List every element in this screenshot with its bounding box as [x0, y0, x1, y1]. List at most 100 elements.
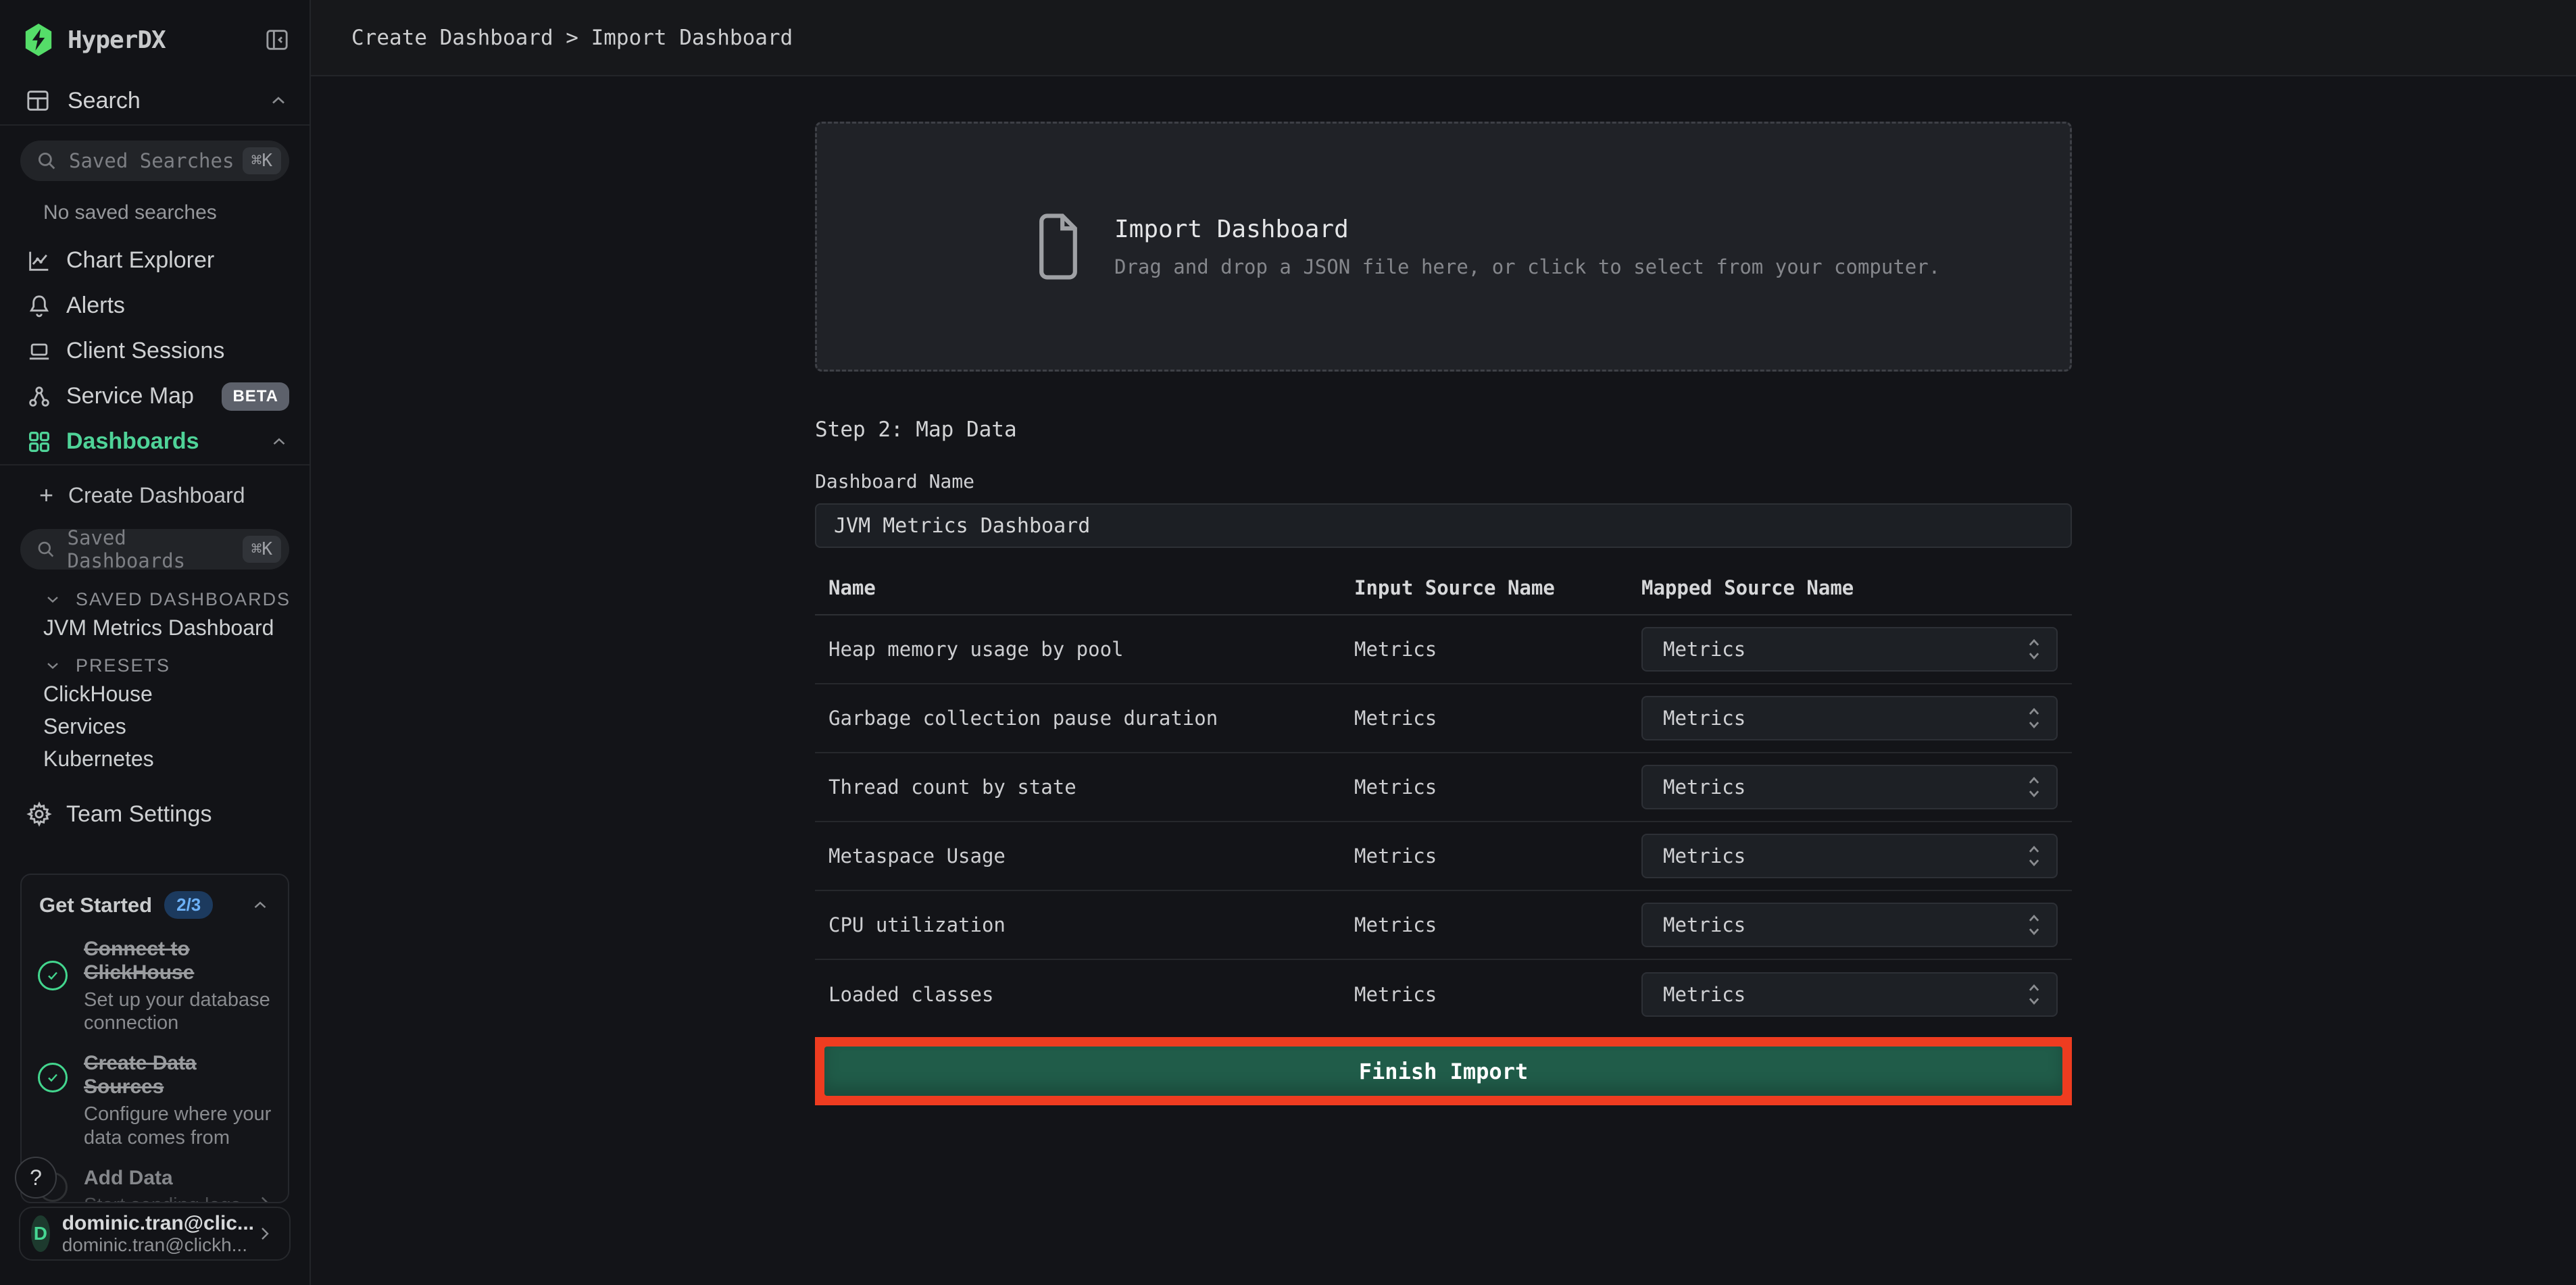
- sidebar-item-client-sessions[interactable]: Client Sessions: [0, 328, 309, 374]
- get-started-header[interactable]: Get Started 2/3: [22, 875, 288, 924]
- sidebar: HyperDX Search: [0, 0, 311, 1285]
- sidebar-item-alerts[interactable]: Alerts: [0, 283, 309, 328]
- dashboard-name-input[interactable]: [815, 503, 2072, 548]
- mapped-source-select[interactable]: Metrics: [1641, 903, 2058, 947]
- nav-label: Alerts: [66, 293, 125, 319]
- row-name: Garbage collection pause duration: [828, 707, 1354, 730]
- laptop-icon: [24, 338, 54, 365]
- select-value: Metrics: [1663, 776, 1745, 799]
- get-started-panel: Get Started 2/3 Connect to ClickHouse Se…: [20, 874, 289, 1203]
- sidebar-item-clickhouse[interactable]: ClickHouse: [0, 678, 309, 710]
- row-name: Heap memory usage by pool: [828, 638, 1354, 661]
- chevron-updown-icon: [2025, 842, 2043, 870]
- chevron-updown-icon: [2025, 981, 2043, 1008]
- sidebar-item-chart-explorer[interactable]: Chart Explorer: [0, 238, 309, 283]
- tree-item-label: ClickHouse: [43, 682, 153, 707]
- get-started-item-sources[interactable]: Create Data Sources Configure where your…: [22, 1038, 288, 1153]
- row-name: CPU utilization: [828, 913, 1354, 936]
- user-menu[interactable]: D dominic.tran@clic... dominic.tran@clic…: [19, 1207, 291, 1261]
- breadcrumb: Create Dashboard > Import Dashboard: [351, 26, 793, 50]
- mapped-source-select[interactable]: Metrics: [1641, 627, 2058, 672]
- chevron-down-icon: [43, 590, 62, 609]
- chevron-updown-icon: [2025, 636, 2043, 663]
- tree-item-label: JVM Metrics Dashboard: [43, 615, 274, 640]
- row-name: Loaded classes: [828, 983, 1354, 1006]
- tree-item-label: Services: [43, 714, 126, 739]
- finish-import-button[interactable]: Finish Import: [824, 1047, 2062, 1096]
- row-name: Thread count by state: [828, 776, 1354, 799]
- row-name: Metaspace Usage: [828, 845, 1354, 867]
- sidebar-item-jvm-metrics-dashboard[interactable]: JVM Metrics Dashboard: [0, 611, 309, 644]
- hyperdx-logo-icon: [23, 23, 54, 57]
- mapped-source-select[interactable]: Metrics: [1641, 972, 2058, 1017]
- presets-section-header[interactable]: PRESETS: [43, 653, 309, 678]
- table-row: Metaspace Usage Metrics Metrics: [815, 822, 2072, 891]
- progress-badge: 2/3: [164, 891, 213, 919]
- mapped-source-select[interactable]: Metrics: [1641, 765, 2058, 809]
- help-label: ?: [30, 1165, 42, 1190]
- section-title: PRESETS: [76, 655, 170, 676]
- service-map-icon: [24, 383, 54, 410]
- get-started-item-title: Connect to ClickHouse: [84, 938, 239, 984]
- check-circle-icon: [38, 961, 68, 990]
- chevron-up-icon[interactable]: [250, 895, 270, 915]
- saved-dashboards-section-header[interactable]: SAVED DASHBOARDS: [43, 587, 309, 611]
- chevron-updown-icon: [2025, 911, 2043, 938]
- select-value: Metrics: [1663, 707, 1745, 730]
- app-root: HyperDX Search: [0, 0, 2576, 1285]
- dropzone-title: Import Dashboard: [1114, 216, 1940, 243]
- saved-searches-input[interactable]: Saved Searches ⌘K: [20, 141, 289, 181]
- chevron-up-icon[interactable]: [268, 90, 289, 111]
- file-icon: [1037, 211, 1079, 282]
- team-settings-label: Team Settings: [66, 801, 212, 828]
- sidebar-item-service-map[interactable]: Service Map BETA: [0, 374, 309, 419]
- chevron-updown-icon: [2025, 774, 2043, 801]
- main-content: Import Dashboard Drag and drop a JSON fi…: [311, 76, 2576, 1285]
- help-button[interactable]: ?: [15, 1157, 57, 1199]
- row-input-source: Metrics: [1354, 638, 1641, 661]
- dashboards-icon: [24, 428, 54, 455]
- table-row: Thread count by state Metrics Metrics: [815, 753, 2072, 822]
- user-name: dominic.tran@clic...: [62, 1212, 254, 1235]
- sidebar-item-search[interactable]: Search: [0, 89, 309, 126]
- no-saved-searches-text: No saved searches: [43, 201, 309, 224]
- mapping-table: Name Input Source Name Mapped Source Nam…: [815, 568, 2072, 1029]
- top-bar: Create Dashboard > Import Dashboard: [311, 0, 2576, 76]
- sidebar-item-kubernetes[interactable]: Kubernetes: [0, 742, 309, 775]
- get-started-title: Get Started: [39, 893, 152, 917]
- mapped-source-select[interactable]: Metrics: [1641, 696, 2058, 740]
- dropzone-subtitle: Drag and drop a JSON file here, or click…: [1114, 255, 1940, 278]
- search-section-label: Search: [68, 88, 141, 114]
- sidebar-item-dashboards[interactable]: Dashboards: [0, 419, 309, 464]
- sidebar-collapse-icon[interactable]: [264, 26, 291, 53]
- plus-icon: +: [39, 483, 53, 507]
- finish-import-highlight: Finish Import: [815, 1037, 2072, 1105]
- chevron-down-icon: [43, 656, 62, 675]
- search-icon: [35, 149, 58, 172]
- select-value: Metrics: [1663, 638, 1745, 661]
- col-input-source: Input Source Name: [1354, 576, 1641, 599]
- shortcut-badge: ⌘K: [243, 536, 281, 563]
- arrow-right-icon: [249, 1192, 272, 1203]
- table-header-row: Name Input Source Name Mapped Source Nam…: [815, 568, 2072, 615]
- nav-label: Chart Explorer: [66, 247, 214, 274]
- table-row: CPU utilization Metrics Metrics: [815, 891, 2072, 960]
- table-row: Heap memory usage by pool Metrics Metric…: [815, 615, 2072, 684]
- chevron-updown-icon: [2025, 705, 2043, 732]
- section-title: SAVED DASHBOARDS: [76, 589, 291, 610]
- create-dashboard-label: Create Dashboard: [68, 483, 245, 508]
- get-started-item-connect[interactable]: Connect to ClickHouse Set up your databa…: [22, 924, 288, 1038]
- get-started-item-add-data[interactable]: Add Data Start sending logs, metrics, or…: [22, 1153, 288, 1203]
- get-started-item-desc: Start sending logs, metrics, or traces: [84, 1194, 249, 1203]
- row-input-source: Metrics: [1354, 707, 1641, 730]
- mapped-source-select[interactable]: Metrics: [1641, 834, 2058, 878]
- row-input-source: Metrics: [1354, 845, 1641, 867]
- chevron-up-icon[interactable]: [269, 432, 289, 452]
- create-dashboard-button[interactable]: + Create Dashboard: [0, 465, 309, 525]
- sidebar-item-team-settings[interactable]: Team Settings: [0, 795, 309, 833]
- get-started-item-desc: Configure where your data comes from: [84, 1103, 272, 1149]
- sidebar-item-services[interactable]: Services: [0, 710, 309, 742]
- tree-item-label: Kubernetes: [43, 747, 154, 772]
- saved-dashboards-input[interactable]: Saved Dashboards ⌘K: [20, 529, 289, 570]
- import-dropzone[interactable]: Import Dashboard Drag and drop a JSON fi…: [815, 122, 2072, 372]
